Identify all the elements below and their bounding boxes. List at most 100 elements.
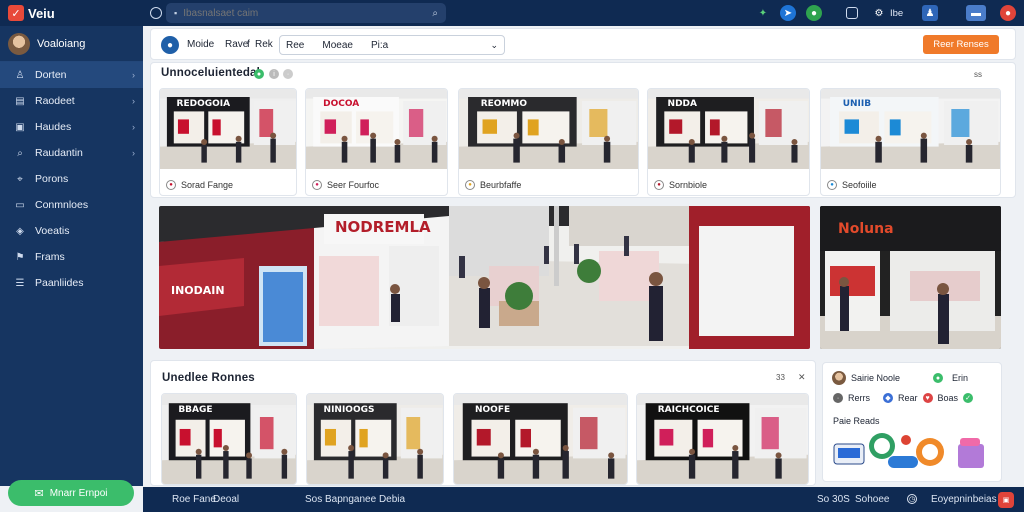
filter-select[interactable]: Ree Moeae Pi:a ⌄	[279, 35, 505, 55]
store-card[interactable]: BBAGE	[161, 393, 297, 485]
social-label: Paie Reads	[833, 416, 880, 426]
store-icon: ●	[166, 180, 176, 190]
notification-icon[interactable]: ●	[1000, 5, 1016, 21]
side-store-image[interactable]: Noluna	[820, 206, 1001, 349]
store-sign: REDOGOIA	[176, 98, 231, 109]
store-card[interactable]: NINIOOGS	[306, 393, 444, 485]
chat-bubble-icon: ✉	[34, 487, 44, 500]
card-caption: ● Sorad Fange	[166, 180, 233, 190]
footer-right-2[interactable]: Sohoee	[855, 494, 889, 505]
avatar	[8, 32, 30, 55]
chevron-right-icon: ›	[132, 70, 135, 80]
share-icon[interactable]: ◆	[883, 393, 893, 403]
sidebar-item-2[interactable]: ▤ Raodeet ›	[0, 88, 143, 114]
search-bar[interactable]: ▪ ⌕	[166, 3, 446, 23]
flag-icon: ⚑	[15, 251, 25, 263]
card-title: Sorad Fange	[181, 180, 234, 190]
store-sign: RAICHCOICE	[657, 405, 720, 416]
store-thumbnail: RAICHCOICE	[637, 394, 808, 484]
featured-mall-image	[159, 206, 810, 349]
info-icon: i	[269, 69, 279, 79]
sidebar-item-1[interactable]: ♙ Dorten ›	[0, 62, 143, 88]
section-1-pager[interactable]: ss	[974, 70, 982, 79]
select-value-c: Pi:a	[370, 39, 389, 51]
footer-bar: Roe Fane Deoal Sos Bapnganee Debia So 30…	[143, 487, 1024, 512]
filter-label-rek: Rek	[255, 39, 273, 50]
store-card[interactable]: REDOGOIA ● Sorad Fange	[159, 88, 297, 196]
footer-mid[interactable]: Sos Bapnganee Debia	[305, 494, 405, 505]
more-icon[interactable]: ·	[283, 69, 293, 79]
user-icon[interactable]: ♟	[922, 5, 938, 21]
cta-button[interactable]: ✉ Mnarr Ernpoi	[8, 480, 134, 506]
section-2-pager[interactable]: 33	[776, 373, 785, 382]
app-logo[interactable]: ✓ Veiu	[8, 5, 55, 21]
logo-icon: ✓	[8, 5, 24, 21]
check-icon: ✓	[963, 393, 974, 403]
footer-right-1[interactable]: So 30S	[817, 494, 850, 505]
alert-icon[interactable]: ▣	[998, 492, 1014, 508]
filter-button[interactable]: Reer Renses	[923, 35, 999, 54]
social-row-2[interactable]: Rear	[898, 393, 918, 403]
store-icon: ●	[312, 180, 322, 190]
heart-icon[interactable]: ♥	[922, 393, 933, 403]
sidebar-item-8[interactable]: ⚑ Frams	[0, 244, 143, 270]
doc-icon: ▤	[15, 95, 25, 107]
sidebar-item-7[interactable]: ◈ Voeatis	[0, 218, 143, 244]
filter-label-f: f	[247, 39, 250, 50]
store-thumbnail: NDDA	[648, 89, 809, 169]
social-row-3[interactable]: Boas	[938, 393, 959, 403]
sidebar-item-label: Voeatis	[35, 225, 70, 237]
sidebar-item-label: Raodeet	[35, 95, 75, 107]
store-sign: NOOFE	[475, 405, 511, 416]
user-icon: ♙	[15, 69, 25, 81]
sidebar-item-3[interactable]: ▣ Haudes ›	[0, 114, 143, 140]
status-icon: ●	[254, 69, 264, 79]
close-icon[interactable]: ✕	[798, 372, 806, 383]
search-icon: ⌕	[17, 147, 23, 159]
card-caption: ● Seofoiile	[827, 180, 877, 190]
sidebar: Voaloiang ♙ Dorten › ▤ Raodeet › ▣ Haudes › ⌕ Raud…	[0, 26, 143, 486]
side-store-sign: Noluna	[838, 221, 894, 237]
filter-label-mode: Moide	[187, 39, 215, 50]
leaf-icon[interactable]: ✦	[755, 5, 771, 21]
globe-icon[interactable]: ●	[806, 5, 822, 21]
store-card[interactable]: NDDA ● Sornbiole	[647, 88, 810, 196]
refresh-icon[interactable]	[150, 7, 162, 19]
chat-icon[interactable]: ▬	[966, 5, 986, 21]
sidebar-item-4[interactable]: ⌕ Raudantin ›	[0, 140, 143, 166]
store-card[interactable]: REOMMO ● Beurbfaffe	[458, 88, 639, 196]
folder-icon: ▭	[15, 199, 25, 211]
cta-label: Mnarr Ernpoi	[49, 487, 108, 499]
mic-icon[interactable]: ⌕	[432, 8, 438, 19]
sidebar-item-6[interactable]: ▭ Conmnloes	[0, 192, 143, 218]
store-card[interactable]: UNIIB ● Seofoiile	[820, 88, 1001, 196]
pin-icon: ⌖	[17, 173, 23, 185]
rocket-icon[interactable]: ➤	[780, 5, 796, 21]
sidebar-item-9[interactable]: ☰ Paanliides	[0, 270, 143, 296]
profile[interactable]: Voaloiang	[0, 26, 143, 62]
search-input[interactable]	[183, 7, 427, 19]
sidebar-item-label: Porons	[35, 173, 69, 185]
store-card[interactable]: NOOFE	[453, 393, 628, 485]
footer-left-1[interactable]: Roe Fane	[172, 494, 216, 505]
social-name[interactable]: Sairie Noole	[851, 373, 900, 383]
sidebar-item-label: Conmnloes	[35, 199, 89, 211]
top-bar: ✓ Veiu ▪ ⌕ ✦ ➤ ● ⚙ Ibe ♟ ▬ ●	[0, 0, 1024, 26]
copy-icon[interactable]	[846, 7, 858, 19]
store-thumbnail: NINIOOGS	[307, 394, 443, 484]
inbox-icon: ▣	[15, 121, 25, 133]
dot-icon: ·	[833, 393, 843, 403]
store-card[interactable]: DOCOA ● Seer Fourfoc	[305, 88, 448, 196]
footer-right-3[interactable]: Eoyepninbeias	[931, 494, 997, 505]
featured-banner[interactable]: NODREMLA INODAIN	[159, 206, 810, 349]
sidebar-item-label: Haudes	[35, 121, 72, 133]
store-card[interactable]: RAICHCOICE	[636, 393, 809, 485]
settings-icon[interactable]: ⚙	[871, 5, 887, 21]
footer-left-2[interactable]: Deoal	[213, 494, 239, 505]
section-2-title: Unedlee Ronnes	[162, 372, 255, 384]
card-title: Seofoiile	[842, 180, 877, 190]
sidebar-item-5[interactable]: ⌖ Porons	[0, 166, 143, 192]
select-value-a: Ree	[286, 39, 305, 51]
help-label[interactable]: Ibe	[890, 8, 903, 19]
social-row-1[interactable]: Rerrs	[848, 393, 870, 403]
